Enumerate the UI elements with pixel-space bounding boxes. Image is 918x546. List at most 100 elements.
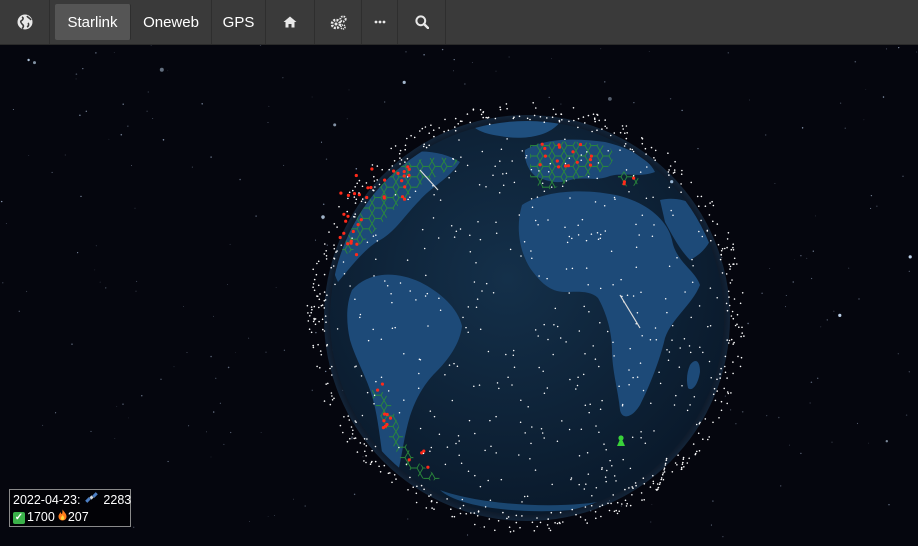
satellite-dot: [425, 146, 428, 149]
satellite-dot: [538, 366, 540, 369]
home-button[interactable]: [266, 0, 315, 44]
satellite-dot: [495, 415, 497, 418]
satellite-dot: [599, 408, 602, 411]
satellite-dot: [313, 289, 316, 292]
satellite-dot: [346, 210, 349, 213]
ground-station: [422, 449, 426, 453]
satellite-dot: [457, 435, 460, 437]
satellite-dot: [724, 365, 726, 368]
star: [868, 442, 869, 444]
search-icon: [414, 15, 429, 29]
satellite-dot: [635, 223, 637, 226]
satellite-dot: [585, 267, 588, 269]
satellite-dot: [399, 282, 402, 284]
star: [811, 277, 813, 280]
satellite-dot: [605, 449, 607, 451]
satellite-dot: [323, 400, 326, 402]
satellite-dot: [534, 469, 537, 471]
satellite-dot: [318, 298, 321, 301]
satellite-dot: [658, 371, 660, 374]
globe-scene[interactable]: [0, 44, 918, 541]
satellite-dot: [320, 304, 323, 307]
satellite-dot: [610, 502, 612, 505]
satellite-dot: [323, 253, 326, 255]
satellite-dot: [307, 320, 310, 322]
ground-station: [346, 214, 350, 218]
satellite-dot: [446, 498, 448, 500]
satellite-dot: [590, 233, 593, 235]
satellite-dot: [430, 500, 433, 503]
satellite-dot: [636, 376, 639, 378]
satellite-dot: [721, 248, 724, 250]
satellite-dot: [453, 236, 456, 238]
satellite-dot: [561, 420, 563, 422]
tab-starlink[interactable]: Starlink: [55, 4, 131, 40]
satellite-dot: [523, 240, 526, 243]
satellite-dot: [354, 202, 357, 204]
more-button[interactable]: [362, 0, 398, 44]
satellite-dot: [447, 129, 450, 132]
ground-station: [400, 179, 404, 183]
satellite-dot: [676, 464, 678, 466]
satellite-dot: [556, 440, 559, 443]
star: [405, 51, 407, 53]
satellite-dot: [364, 201, 367, 204]
star: [351, 438, 353, 440]
star: [423, 54, 425, 56]
globe-viewport[interactable]: [0, 44, 918, 541]
tab-gps[interactable]: GPS: [212, 0, 266, 44]
search-button[interactable]: [398, 0, 446, 44]
satellite-dot: [732, 246, 734, 249]
ground-station: [622, 182, 626, 186]
satellite-dot: [736, 313, 739, 316]
satellite-dot: [477, 511, 480, 513]
star: [863, 119, 865, 121]
satellite-dot: [359, 316, 361, 319]
satellite-dot: [339, 424, 342, 427]
star: [826, 319, 828, 321]
tab-oneweb[interactable]: Oneweb: [131, 0, 212, 44]
settings-button[interactable]: [315, 0, 362, 44]
satellite-dot: [325, 255, 328, 257]
star: [85, 110, 87, 112]
satellite-dot: [462, 316, 464, 319]
satellite-dot: [419, 130, 421, 132]
satellite-dot: [601, 504, 604, 507]
satellite-dot: [424, 295, 427, 297]
star: [183, 306, 185, 308]
satellite-dot: [586, 451, 589, 454]
satellite-dot: [546, 524, 549, 526]
satellite-dot: [371, 449, 373, 452]
ground-station: [344, 219, 348, 223]
satellite-dot: [429, 450, 431, 452]
star: [905, 414, 908, 416]
satellite-dot: [621, 125, 624, 127]
star: [865, 88, 867, 90]
star: [747, 322, 749, 325]
satellite-dot: [677, 454, 679, 457]
satellite-dot: [475, 262, 477, 264]
satellite-dot: [558, 119, 561, 122]
satellite-dot: [500, 478, 503, 481]
star: [135, 290, 137, 292]
satellite-dot: [594, 118, 596, 121]
ground-station: [352, 192, 357, 196]
satellite-dot: [725, 273, 728, 275]
satellite-dot: [406, 137, 408, 140]
satellite-dot: [584, 404, 587, 407]
satellite-dot: [714, 234, 717, 237]
satellite-dot: [554, 307, 557, 310]
satellite-dot: [488, 518, 491, 520]
star: [116, 405, 118, 407]
globe-logo-icon[interactable]: [0, 0, 50, 44]
satellite-dot: [481, 290, 483, 292]
satellite-dot: [543, 190, 546, 192]
star: [355, 168, 358, 170]
satellite-dot: [625, 169, 628, 171]
star: [815, 215, 816, 217]
satellite-dot: [676, 256, 678, 259]
satellite-dot: [612, 341, 614, 343]
satellite-dot: [731, 279, 733, 281]
ground-station: [365, 195, 369, 200]
star: [33, 61, 36, 65]
